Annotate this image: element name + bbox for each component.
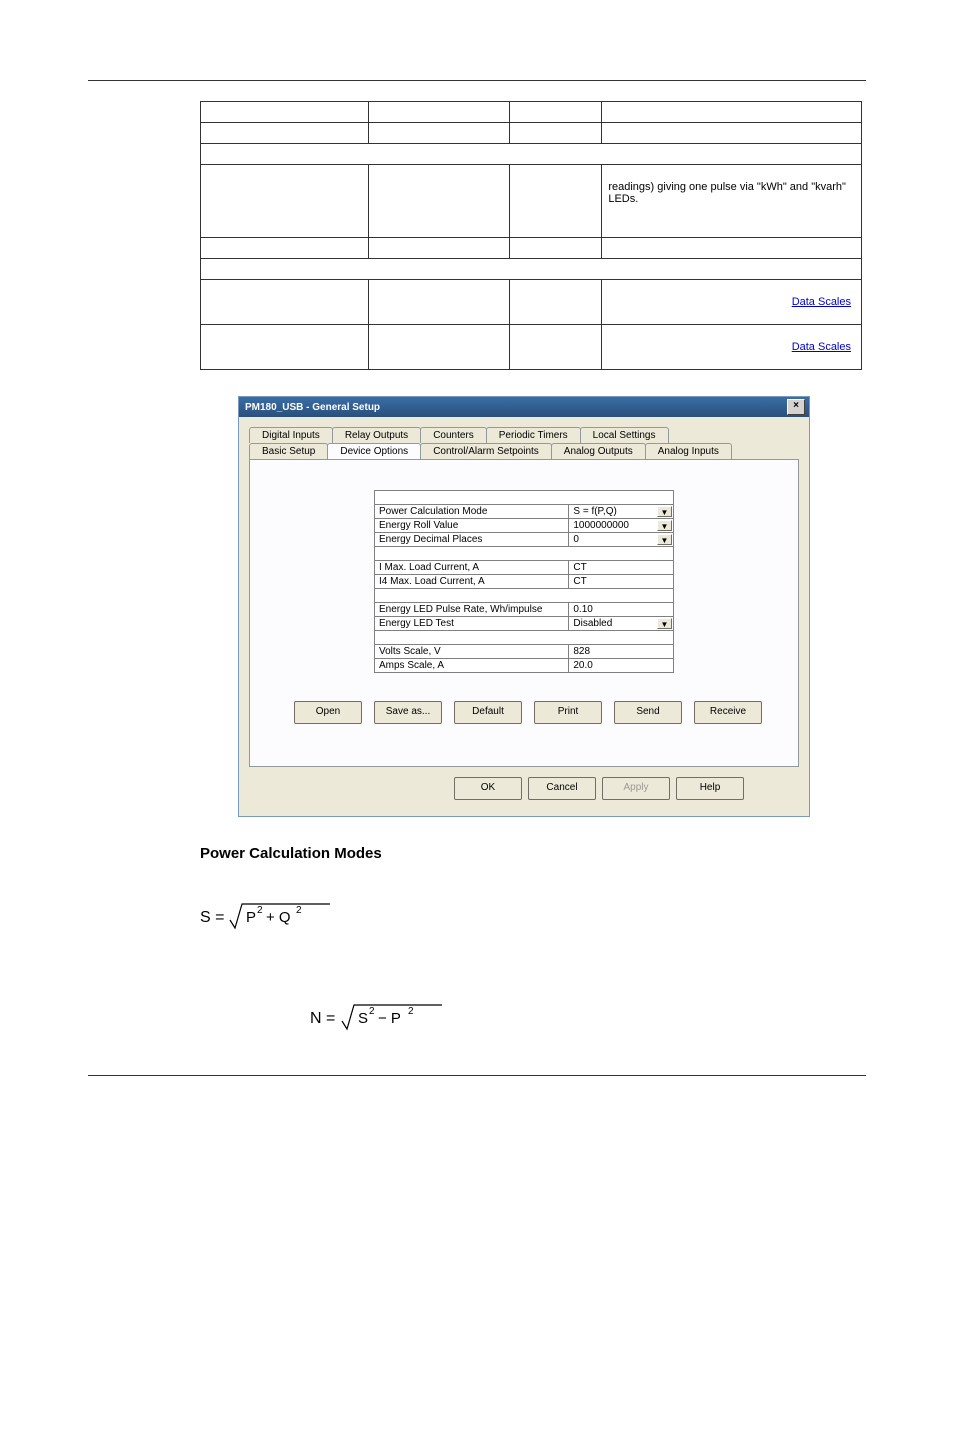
- help-button[interactable]: Help: [676, 777, 744, 800]
- data-scales-link[interactable]: Data Scales: [792, 341, 851, 353]
- spec-table: readings) giving one pulse via "kWh" and…: [200, 101, 862, 370]
- svg-text:S =: S =: [200, 909, 224, 926]
- section-tdd: TDD Setup: [375, 547, 674, 561]
- energy-decimal-select[interactable]: 0▼: [569, 533, 674, 547]
- svg-text:2: 2: [257, 905, 263, 916]
- table-row: [201, 102, 862, 123]
- tab-basic-setup[interactable]: Basic Setup: [249, 443, 328, 459]
- volts-scale[interactable]: 828: [569, 645, 674, 659]
- svg-text:2: 2: [408, 1006, 414, 1017]
- send-button[interactable]: Send: [614, 701, 682, 724]
- general-setup-dialog: PM180_USB - General Setup × Digital Inpu…: [238, 396, 810, 817]
- tab-device-options[interactable]: Device Options: [327, 443, 421, 459]
- svg-text:2: 2: [369, 1006, 375, 1017]
- led-readings-text: readings): [608, 181, 654, 193]
- svg-text:− P: − P: [378, 1010, 401, 1027]
- energy-roll-value-select[interactable]: 1000000000▼: [569, 519, 674, 533]
- save-as-button[interactable]: Save as...: [374, 701, 442, 724]
- open-button[interactable]: Open: [294, 701, 362, 724]
- svg-text:2: 2: [296, 905, 302, 916]
- led-pulse-rate[interactable]: 0.10: [569, 603, 674, 617]
- amps-scale[interactable]: 20.0: [569, 659, 674, 673]
- table-row: [201, 123, 862, 144]
- svg-text:P: P: [246, 909, 256, 926]
- chevron-down-icon[interactable]: ▼: [657, 534, 672, 545]
- dialog-titlebar: PM180_USB - General Setup ×: [239, 397, 809, 417]
- table-row: Data Scales: [201, 325, 862, 370]
- tab-relay-outputs[interactable]: Relay Outputs: [332, 427, 421, 443]
- tab-control-alarm-setpoints[interactable]: Control/Alarm Setpoints: [420, 443, 552, 459]
- panel-device-options: Power/Energy Options Power Calculation M…: [249, 459, 799, 767]
- tab-digital-inputs[interactable]: Digital Inputs: [249, 427, 333, 443]
- default-button[interactable]: Default: [454, 701, 522, 724]
- body-paragraph: [200, 946, 866, 962]
- print-button[interactable]: Print: [534, 701, 602, 724]
- formula-n-eq: N = S 2 − P 2: [310, 999, 954, 1035]
- table-row: Data Scales: [201, 280, 862, 325]
- chevron-down-icon[interactable]: ▼: [657, 506, 672, 517]
- tab-analog-outputs[interactable]: Analog Outputs: [551, 443, 646, 459]
- table-row: [201, 144, 862, 165]
- cancel-button[interactable]: Cancel: [528, 777, 596, 800]
- ok-button[interactable]: OK: [454, 777, 522, 800]
- table-row: [201, 259, 862, 280]
- section-data-scales: Data Scales: [375, 631, 674, 645]
- svg-text:+ Q: + Q: [266, 909, 291, 926]
- power-calc-mode-select[interactable]: S = f(P,Q)▼: [569, 505, 674, 519]
- tab-local-settings[interactable]: Local Settings: [580, 427, 669, 443]
- data-scales-link[interactable]: Data Scales: [792, 296, 851, 308]
- section-test-mode: Test Mode: [375, 589, 674, 603]
- i4-max-load-current[interactable]: CT: [569, 575, 674, 589]
- receive-button[interactable]: Receive: [694, 701, 762, 724]
- body-paragraph: [200, 872, 866, 888]
- i-max-load-current[interactable]: CT: [569, 561, 674, 575]
- svg-text:S: S: [358, 1010, 368, 1027]
- chevron-down-icon[interactable]: ▼: [657, 618, 672, 629]
- apply-button: Apply: [602, 777, 670, 800]
- svg-text:N =: N =: [310, 1010, 335, 1027]
- dialog-title: PM180_USB - General Setup: [245, 402, 380, 413]
- close-icon[interactable]: ×: [787, 399, 805, 415]
- table-row: readings) giving one pulse via "kWh" and…: [201, 165, 862, 238]
- power-calc-modes-heading: Power Calculation Modes: [200, 845, 954, 862]
- body-paragraph: [200, 972, 866, 988]
- tab-counters[interactable]: Counters: [420, 427, 487, 443]
- tab-analog-inputs[interactable]: Analog Inputs: [645, 443, 732, 459]
- formula-s-eq: S = P 2 + Q 2: [200, 898, 954, 934]
- section-power-energy: Power/Energy Options: [375, 491, 674, 505]
- table-row: [201, 238, 862, 259]
- tabs: Digital Inputs Relay Outputs Counters Pe…: [249, 427, 799, 767]
- tab-periodic-timers[interactable]: Periodic Timers: [486, 427, 581, 443]
- chevron-down-icon[interactable]: ▼: [657, 520, 672, 531]
- led-test-select[interactable]: Disabled▼: [569, 617, 674, 631]
